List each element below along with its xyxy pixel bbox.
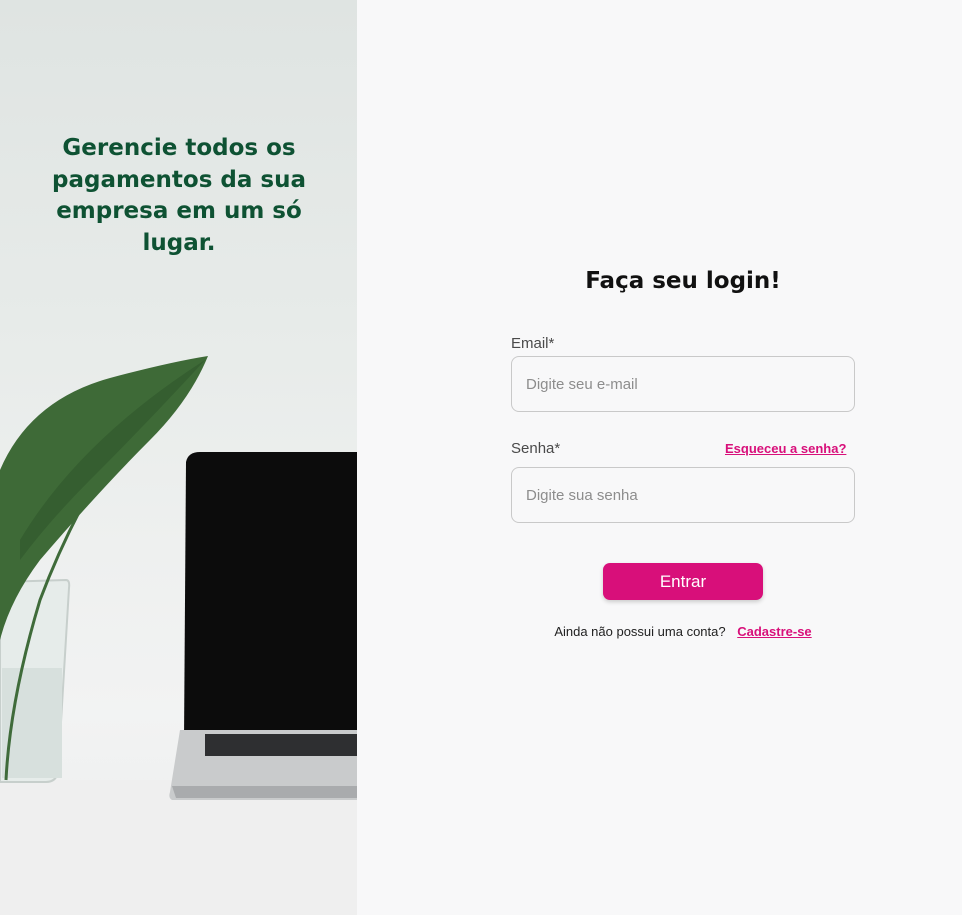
email-field[interactable] xyxy=(511,356,855,412)
email-label: Email* xyxy=(511,335,555,352)
password-label: Senha* xyxy=(511,440,561,457)
signup-row: Ainda não possui uma conta? Cadastre-se xyxy=(511,624,855,639)
login-title: Faça seu login! xyxy=(585,268,781,294)
hero-tagline: Gerencie todos os pagamentos da sua empr… xyxy=(52,135,306,256)
password-field[interactable] xyxy=(511,467,855,523)
login-panel xyxy=(357,0,962,915)
laptop-keyboard xyxy=(205,734,357,756)
forgot-password-link[interactable]: Esqueceu a senha? xyxy=(725,441,846,456)
laptop-front-edge xyxy=(172,786,357,798)
signup-link[interactable]: Cadastre-se xyxy=(737,624,811,639)
desk-surface xyxy=(0,780,357,915)
hero-panel: Gerencie todos os pagamentos da sua empr… xyxy=(0,0,357,915)
signup-prompt: Ainda não possui uma conta? xyxy=(554,624,726,639)
laptop-screen xyxy=(184,452,357,740)
login-button[interactable]: Entrar xyxy=(603,563,763,600)
